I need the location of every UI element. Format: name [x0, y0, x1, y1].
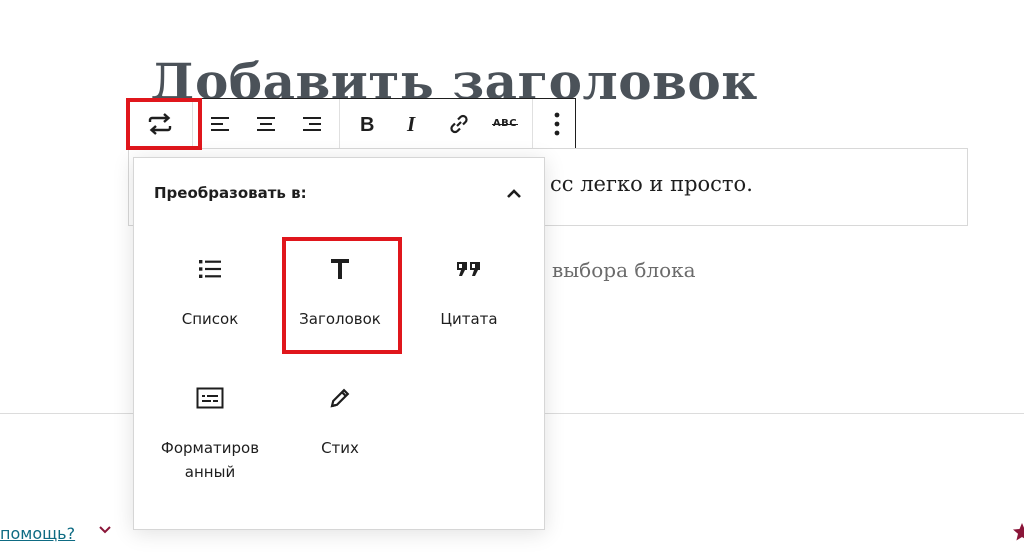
heading-label: Заголовок [299, 310, 381, 328]
chevron-up-icon[interactable] [502, 182, 526, 206]
link-icon [447, 112, 471, 136]
svg-text:I: I [406, 113, 416, 135]
align-left-icon [209, 114, 231, 134]
align-right-button[interactable] [289, 100, 335, 148]
strikethrough-button[interactable]: ABC [482, 100, 528, 148]
heading-icon [328, 256, 352, 286]
align-right-icon [301, 114, 323, 134]
paragraph-text[interactable]: сс легко и просто. [550, 172, 753, 196]
list-icon [196, 257, 224, 285]
block-placeholder[interactable]: выбора блока [552, 258, 696, 282]
star-icon [1012, 522, 1024, 542]
bold-icon: B [357, 113, 377, 135]
toolbar-group-transform [128, 99, 193, 148]
svg-text:B: B [360, 114, 374, 135]
transform-to-quote[interactable]: Цитата [411, 253, 527, 331]
more-vertical-icon [553, 111, 561, 137]
preformatted-icon [195, 386, 225, 414]
transform-to-preformatted[interactable]: Форматиров анный [152, 382, 268, 484]
editor-page: Добавить заголовок сс легко и просто. вы… [0, 0, 1024, 552]
verse-label: Стих [321, 439, 359, 457]
block-toolbar: B I ABC [127, 98, 576, 148]
toolbar-group-align [193, 99, 340, 148]
verse-pen-icon [327, 385, 353, 415]
transform-button[interactable] [128, 100, 192, 148]
chevron-down-icon[interactable] [96, 520, 114, 538]
preformatted-label: Форматиров анный [160, 439, 260, 481]
list-label: Список [181, 310, 239, 328]
transform-to-list[interactable]: Список [152, 253, 268, 331]
italic-button[interactable]: I [390, 100, 436, 148]
align-center-icon [255, 114, 277, 134]
transform-arrows-icon [146, 112, 174, 136]
toolbar-group-more [533, 99, 581, 148]
strikethrough-icon: ABC [491, 118, 519, 129]
link-button[interactable] [436, 100, 482, 148]
help-link[interactable]: помощь? [0, 524, 75, 543]
toolbar-group-format: B I ABC [340, 99, 533, 148]
transform-to-verse[interactable]: Стих [282, 382, 398, 460]
more-options-button[interactable] [537, 100, 577, 148]
transform-popover: Преобразовать в: Список Заголовок Цитата… [133, 157, 545, 530]
align-left-button[interactable] [197, 100, 243, 148]
quote-icon [455, 258, 483, 284]
align-center-button[interactable] [243, 100, 289, 148]
transform-menu-title: Преобразовать в: [154, 184, 307, 202]
quote-label: Цитата [440, 310, 498, 328]
bold-button[interactable]: B [344, 100, 390, 148]
italic-icon: I [403, 113, 423, 135]
transform-to-heading[interactable]: Заголовок [282, 253, 398, 331]
